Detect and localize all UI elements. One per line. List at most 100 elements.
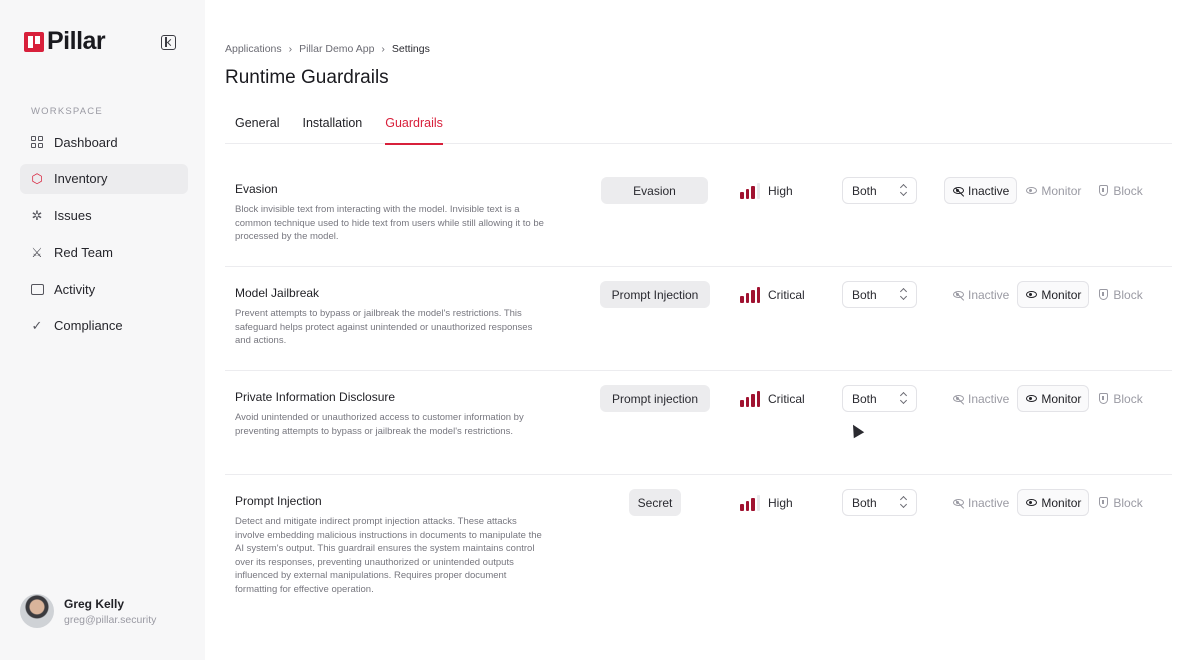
scope-value: Both [852, 391, 877, 406]
guardrail-row: Model Jailbreak Prevent attempts to bypa… [225, 267, 1172, 371]
guardrail-name: Private Information Disclosure [235, 390, 396, 404]
scope-select[interactable]: Both [842, 489, 917, 516]
user-email: greg@pillar.security [64, 613, 157, 626]
brand-logo[interactable]: Pillar [24, 27, 106, 56]
eye-icon [1025, 497, 1037, 509]
mode-label: Monitor [1041, 495, 1082, 510]
breadcrumb-app[interactable]: Pillar Demo App [299, 43, 374, 55]
sidebar-item-issues[interactable]: ✲ Issues [20, 201, 188, 231]
scope-value: Both [852, 495, 877, 510]
severity-bars-icon [740, 287, 762, 303]
mode-block-button[interactable]: Block [1089, 177, 1150, 204]
tab-bar: General Installation Guardrails [225, 116, 1172, 145]
mode-inactive-button[interactable]: Inactive [944, 281, 1017, 308]
severity-bar [756, 391, 760, 407]
chat-icon [30, 282, 44, 296]
pillar-logo-icon [24, 31, 44, 52]
eye-icon [1025, 393, 1037, 405]
mode-label: Block [1113, 391, 1143, 406]
severity-bar [751, 290, 755, 303]
sidebar-item-activity[interactable]: Activity [20, 274, 188, 304]
sidebar-item-label: Inventory [54, 171, 108, 187]
mode-label: Inactive [968, 183, 1010, 198]
severity-bar [751, 186, 755, 199]
chevron-up-down-icon [900, 184, 907, 197]
eye-icon [1025, 289, 1037, 301]
sidebar: Pillar WORKSPACE Dashboard ⬡ Inventory ✲… [0, 0, 205, 660]
tab-installation[interactable]: Installation [302, 116, 362, 144]
severity-bars-icon [740, 183, 762, 199]
check-circle-icon: ✓ [31, 318, 43, 334]
sidebar-item-red-team[interactable]: ⚔ Red Team [20, 237, 188, 267]
guardrail-description: Block invisible text from interacting wi… [235, 204, 544, 242]
breadcrumb-current: Settings [391, 43, 430, 55]
mode-label: Monitor [1041, 287, 1082, 302]
mode-label: Inactive [968, 391, 1010, 406]
severity-bar [756, 183, 760, 199]
mode-monitor-button[interactable]: Monitor [1017, 385, 1090, 412]
mode-toggle-group: Inactive Monitor Block [944, 281, 1151, 308]
severity-label: Critical [768, 392, 805, 406]
chevron-up-down-icon [900, 496, 907, 509]
shield-icon [1097, 185, 1109, 197]
sidebar-item-label: Issues [54, 208, 92, 224]
sidebar-item-inventory[interactable]: ⬡ Inventory [20, 163, 188, 194]
tab-guardrails[interactable]: Guardrails [385, 116, 443, 145]
sidebar-item-label: Dashboard [54, 134, 118, 150]
mode-block-button[interactable]: Block [1089, 489, 1150, 516]
severity-label: High [768, 184, 793, 198]
scope-select[interactable]: Both [842, 385, 917, 412]
mode-toggle-group: Inactive Monitor Block [944, 489, 1151, 516]
mode-label: Monitor [1041, 391, 1082, 406]
mode-block-button[interactable]: Block [1089, 281, 1150, 308]
shield-icon [1097, 497, 1109, 509]
mode-label: Monitor [1041, 183, 1082, 198]
user-profile[interactable]: Greg Kelly greg@pillar.security [20, 594, 156, 628]
mode-block-button[interactable]: Block [1089, 385, 1150, 412]
mode-label: Block [1113, 287, 1143, 302]
sidebar-item-dashboard[interactable]: Dashboard [20, 127, 188, 157]
severity-bar [740, 504, 744, 511]
brand-name: Pillar [47, 27, 106, 55]
severity-bar [740, 192, 744, 199]
severity-label: High [768, 496, 793, 510]
mode-toggle-group: Inactive Monitor Block [944, 177, 1151, 204]
eye-off-icon [952, 497, 964, 509]
cube-icon: ⬡ [31, 171, 43, 187]
mode-inactive-button[interactable]: Inactive [944, 177, 1018, 204]
tab-general[interactable]: General [235, 116, 279, 144]
severity-bar [740, 400, 744, 407]
mode-monitor-button[interactable]: Monitor [1017, 489, 1090, 516]
severity-bars-icon [740, 495, 762, 511]
breadcrumb-applications[interactable]: Applications [225, 43, 282, 55]
category-badge: Secret [629, 489, 681, 516]
severity-indicator: Critical [740, 391, 805, 407]
category-badge: Evasion [601, 177, 708, 204]
mode-monitor-button[interactable]: Monitor [1017, 177, 1089, 204]
chevron-right-icon: › [288, 43, 293, 55]
eye-icon [1025, 185, 1037, 197]
mode-monitor-button[interactable]: Monitor [1017, 281, 1090, 308]
scope-select[interactable]: Both [842, 281, 917, 308]
shield-icon [1097, 289, 1109, 301]
sidebar-nav: Dashboard ⬡ Inventory ✲ Issues ⚔ Red Tea… [20, 127, 188, 348]
scope-select[interactable]: Both [842, 177, 917, 204]
sidebar-item-label: Activity [54, 281, 96, 297]
severity-bar [756, 495, 760, 511]
guardrail-description: Detect and mitigate indirect prompt inje… [235, 516, 542, 595]
severity-indicator: High [740, 183, 793, 199]
sidebar-item-compliance[interactable]: ✓ Compliance [20, 311, 188, 341]
guardrail-name: Model Jailbreak [235, 286, 320, 300]
severity-bar [745, 397, 749, 407]
sidebar-item-label: Compliance [54, 318, 123, 334]
severity-bar [745, 501, 749, 511]
eye-off-icon [952, 289, 964, 301]
guardrail-row: Prompt Injection Detect and mitigate ind… [225, 475, 1172, 595]
mode-inactive-button[interactable]: Inactive [944, 385, 1017, 412]
mode-inactive-button[interactable]: Inactive [944, 489, 1017, 516]
collapse-sidebar-icon[interactable] [161, 35, 176, 50]
mode-toggle-group: Inactive Monitor Block [944, 385, 1151, 412]
guardrail-name: Prompt Injection [235, 494, 322, 508]
severity-bar [756, 287, 760, 303]
category-badge: Prompt Injection [600, 281, 710, 308]
